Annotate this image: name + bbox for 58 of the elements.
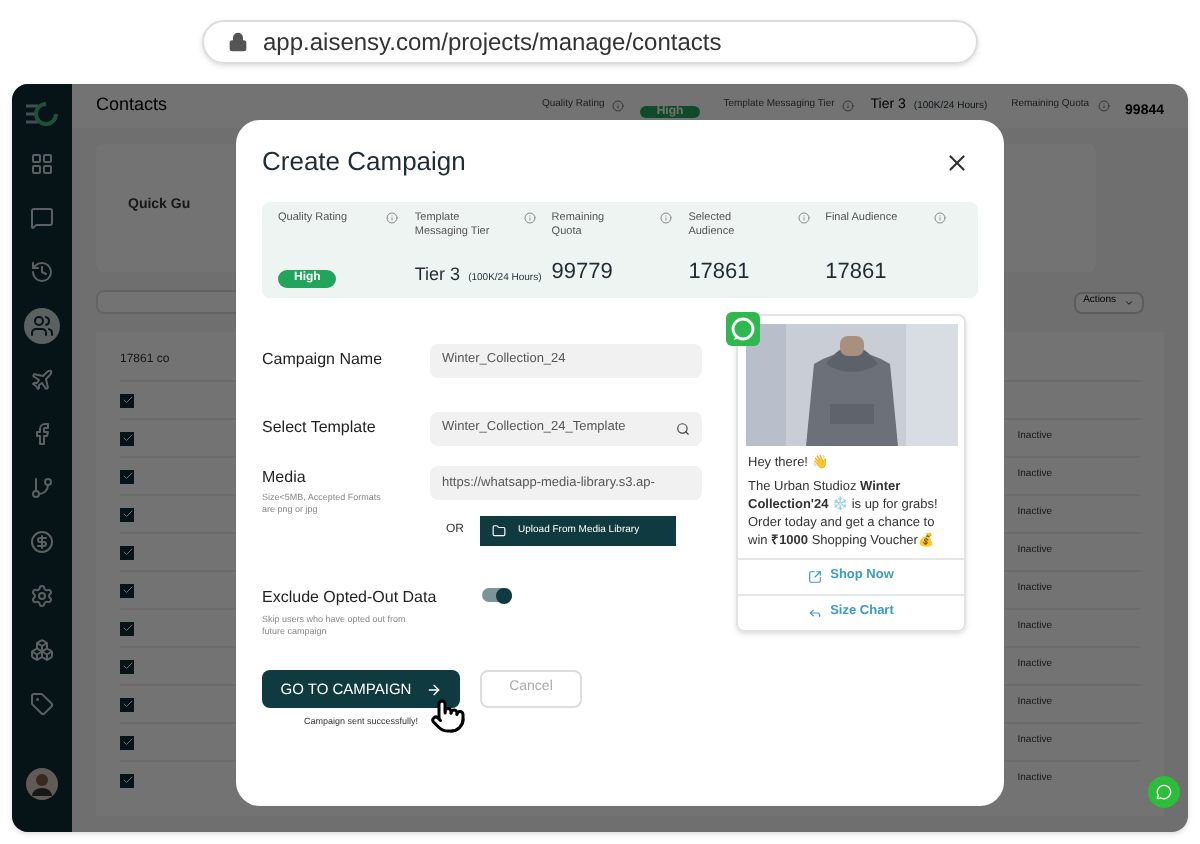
info-icon — [934, 212, 946, 224]
facebook-icon — [30, 422, 54, 446]
caret-icon — [1124, 297, 1134, 307]
arrow-icon — [425, 681, 442, 697]
lock-icon — [227, 32, 247, 52]
row-checkbox[interactable] — [120, 393, 134, 407]
dialog-title: Create Campaign — [262, 144, 466, 181]
row-checkbox[interactable] — [120, 621, 134, 635]
row-checkbox[interactable] — [120, 773, 134, 787]
field-label: Campaign Name — [262, 348, 385, 372]
hand-cursor-icon — [430, 698, 466, 734]
field-label: Media — [262, 466, 308, 490]
row-checkbox[interactable] — [120, 431, 134, 445]
branch-icon — [30, 476, 54, 500]
row-checkbox[interactable] — [120, 583, 134, 597]
address-bar[interactable]: app.aisensy.com/projects/manage/contacts — [201, 20, 977, 64]
avatar-icon[interactable] — [26, 768, 58, 800]
stat-value: 99779 — [551, 257, 613, 287]
row-checkbox[interactable] — [120, 735, 134, 749]
row-checkbox[interactable] — [120, 507, 134, 521]
stat-value: 17861 — [825, 257, 887, 287]
row-checkbox[interactable] — [120, 659, 134, 673]
info-icon — [612, 100, 625, 112]
chat-icon — [1156, 784, 1172, 800]
dollar-icon — [30, 530, 54, 554]
row-checkbox[interactable] — [120, 697, 134, 711]
page-title: Contacts — [96, 92, 168, 119]
history-icon — [30, 260, 54, 284]
stat-value: 17861 — [688, 257, 750, 287]
info-icon — [523, 212, 536, 224]
exclude-toggle[interactable] — [482, 588, 512, 602]
grid-icon — [30, 152, 54, 176]
row-checkbox[interactable] — [120, 545, 134, 559]
blocks-icon — [30, 638, 54, 662]
settings-icon — [30, 584, 54, 608]
field-label: Exclude Opted-Out Data — [262, 586, 439, 610]
tag-icon — [30, 692, 54, 716]
info-icon — [1097, 100, 1110, 112]
external-link-icon — [808, 569, 823, 584]
search-icon — [676, 421, 690, 435]
row-checkbox[interactable] — [120, 469, 134, 483]
field-label: Select Template — [262, 416, 378, 440]
sidebar-item[interactable] — [24, 308, 60, 344]
folder-icon — [492, 524, 506, 538]
chat-icon — [30, 206, 54, 230]
info-icon — [842, 100, 855, 112]
plane-icon — [30, 368, 54, 392]
close-button[interactable] — [944, 149, 970, 175]
info-icon — [797, 212, 810, 224]
tier-value: Tier 3 — [414, 261, 461, 287]
info-icon — [386, 212, 399, 224]
whatsapp-icon — [726, 312, 760, 346]
close-icon — [944, 149, 970, 175]
reply-icon — [808, 605, 823, 620]
info-icon — [660, 212, 673, 224]
users-icon — [30, 314, 54, 338]
logo-icon — [22, 100, 62, 128]
url-text: app.aisensy.com/projects/manage/contacts — [263, 26, 722, 60]
